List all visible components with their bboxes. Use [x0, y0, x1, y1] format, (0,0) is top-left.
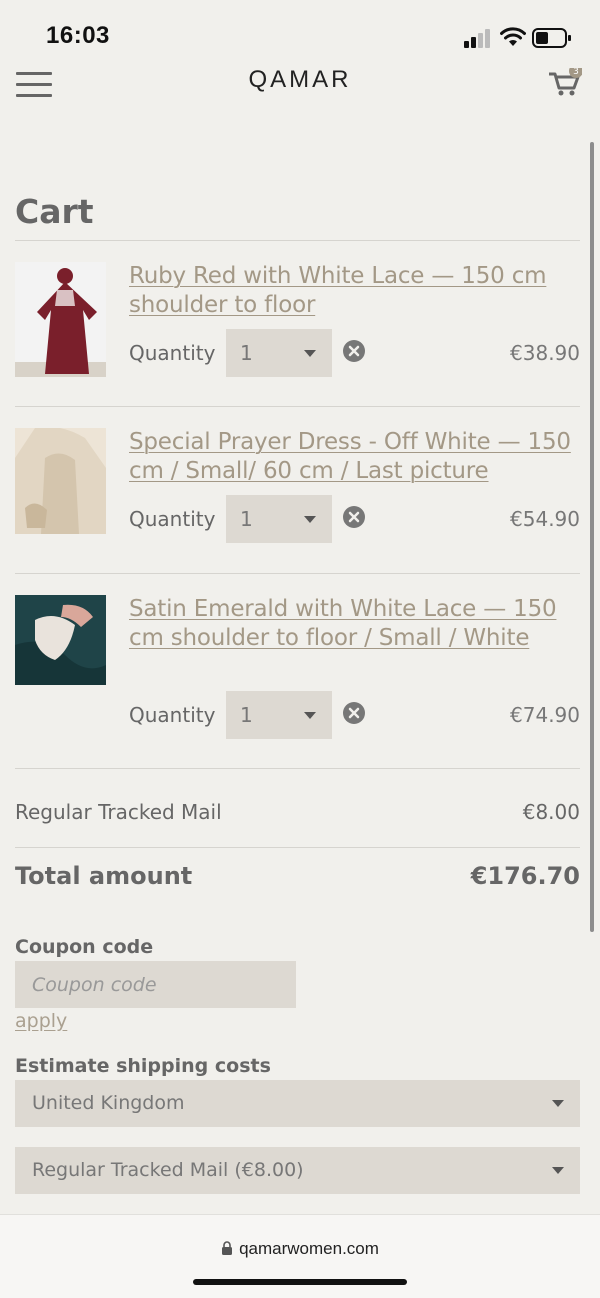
url-display[interactable]: qamarwomen.com: [0, 1239, 600, 1259]
lock-icon: [222, 1241, 233, 1255]
status-bar: 16:03: [0, 0, 600, 60]
quantity-select[interactable]: 1: [226, 329, 332, 377]
country-value: United Kingdom: [32, 1092, 185, 1114]
product-title-link[interactable]: Satin Emerald with White Lace — 150 cm s…: [129, 595, 584, 653]
item-price: €74.90: [510, 703, 580, 727]
total-value: €176.70: [470, 862, 580, 890]
cellular-signal-icon: [464, 29, 490, 48]
divider: [15, 240, 580, 241]
shipping-estimate-label: Estimate shipping costs: [15, 1055, 271, 1077]
product-title-link[interactable]: Ruby Red with White Lace — 150 cm should…: [129, 262, 584, 320]
coupon-label: Coupon code: [15, 936, 154, 958]
quantity-value: 1: [240, 341, 253, 365]
chevron-down-icon: [304, 516, 316, 523]
product-thumbnail[interactable]: [15, 428, 106, 534]
shipping-label: Regular Tracked Mail: [15, 800, 222, 824]
chevron-down-icon: [552, 1167, 564, 1174]
divider: [15, 573, 580, 574]
total-row: Total amount €176.70: [15, 862, 580, 890]
url-text: qamarwomen.com: [239, 1239, 379, 1258]
quantity-select[interactable]: 1: [226, 691, 332, 739]
total-label: Total amount: [15, 862, 193, 890]
divider: [15, 406, 580, 407]
cart-item: Ruby Red with White Lace — 150 cm should…: [15, 262, 580, 392]
cart-count-text: 3: [573, 68, 579, 77]
product-thumbnail[interactable]: [15, 595, 106, 685]
site-header: QAMAR 3: [0, 60, 600, 110]
page-title: Cart: [15, 192, 94, 231]
item-price: €54.90: [510, 507, 580, 531]
cart-item: Satin Emerald with White Lace — 150 cm s…: [15, 595, 580, 745]
shipping-summary-row: Regular Tracked Mail €8.00: [15, 800, 580, 824]
product-thumbnail[interactable]: [15, 262, 106, 377]
status-time: 16:03: [46, 22, 110, 49]
cart-icon[interactable]: 3: [548, 68, 582, 98]
chevron-down-icon: [304, 712, 316, 719]
quantity-label: Quantity: [129, 507, 216, 531]
home-indicator[interactable]: [193, 1279, 407, 1285]
battery-icon: [532, 28, 571, 48]
site-logo[interactable]: QAMAR: [0, 66, 600, 94]
item-price: €38.90: [510, 341, 580, 365]
shipping-method-value: Regular Tracked Mail (€8.00): [32, 1159, 304, 1181]
shipping-method-select[interactable]: Regular Tracked Mail (€8.00): [15, 1147, 580, 1194]
quantity-value: 1: [240, 703, 253, 727]
wifi-icon: [500, 27, 526, 46]
quantity-value: 1: [240, 507, 253, 531]
chevron-down-icon: [552, 1100, 564, 1107]
apply-coupon-link[interactable]: apply: [15, 1010, 67, 1032]
browser-address-bar[interactable]: qamarwomen.com: [0, 1214, 600, 1298]
coupon-input[interactable]: [15, 961, 296, 1008]
remove-item-icon[interactable]: [343, 506, 365, 528]
quantity-select[interactable]: 1: [226, 495, 332, 543]
cart-item: Special Prayer Dress - Off White — 150 c…: [15, 428, 580, 558]
scrollbar[interactable]: [590, 142, 594, 932]
shipping-value: €8.00: [522, 800, 580, 824]
quantity-label: Quantity: [129, 341, 216, 365]
quantity-label: Quantity: [129, 703, 216, 727]
divider: [15, 847, 580, 848]
product-title-link[interactable]: Special Prayer Dress - Off White — 150 c…: [129, 428, 584, 486]
country-select[interactable]: United Kingdom: [15, 1080, 580, 1127]
divider: [15, 768, 580, 769]
remove-item-icon[interactable]: [343, 702, 365, 724]
remove-item-icon[interactable]: [343, 340, 365, 362]
chevron-down-icon: [304, 350, 316, 357]
